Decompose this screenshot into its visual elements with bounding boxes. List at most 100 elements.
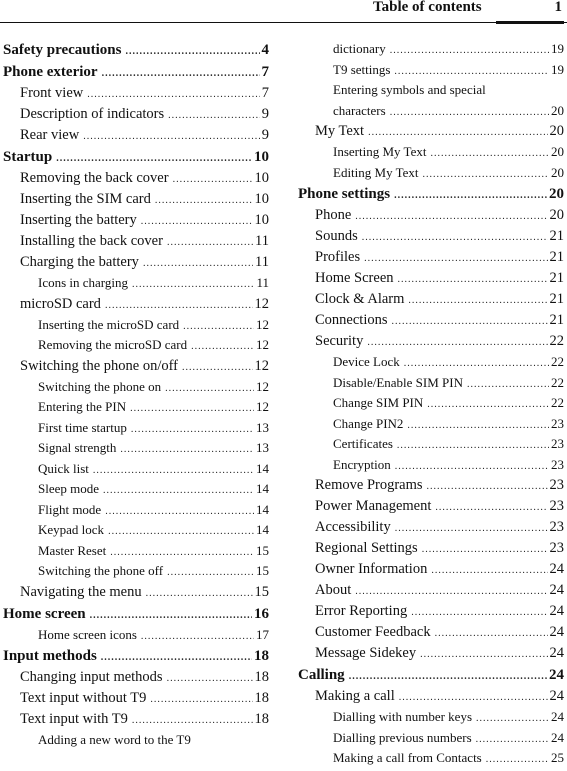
toc-entry[interactable]: Certificates 23 xyxy=(298,434,564,455)
toc-entry[interactable]: Editing My Text 20 xyxy=(298,163,564,184)
toc-entry[interactable]: Profiles 21 xyxy=(298,247,564,268)
toc-entry[interactable]: Making a call 24 xyxy=(298,686,564,707)
toc-entry[interactable]: Regional Settings 23 xyxy=(298,538,564,559)
toc-entry-page: 22 xyxy=(551,374,564,390)
toc-entry[interactable]: Switching the phone off 15 xyxy=(3,561,269,582)
dot-leader xyxy=(411,602,547,622)
toc-entry-title: Remove Programs xyxy=(315,477,423,493)
toc-entry[interactable]: Text input with T9 18 xyxy=(3,709,269,730)
toc-entry[interactable]: Removing the back cover 10 xyxy=(3,168,269,189)
toc-entry[interactable]: Master Reset 15 xyxy=(3,541,269,562)
toc-entry[interactable]: Home screen icons 17 xyxy=(3,625,269,646)
toc-entry[interactable]: Sleep mode 14 xyxy=(3,479,269,500)
toc-entry[interactable]: Dialling previous numbers 24 xyxy=(298,728,564,749)
toc-entry-title: First time startup xyxy=(38,419,127,435)
toc-entry[interactable]: Entering symbols and special xyxy=(298,80,564,101)
toc-entry[interactable]: Switching the phone on/off 12 xyxy=(3,356,269,377)
toc-entry[interactable]: Phone exterior 7 xyxy=(3,61,269,83)
toc-entry[interactable]: Input methods 18 xyxy=(3,645,269,667)
toc-entry-title: Text input with T9 xyxy=(20,711,128,727)
toc-entry[interactable]: Removing the microSD card 12 xyxy=(3,335,269,356)
toc-entry-title: Connections xyxy=(315,312,388,328)
toc-entry[interactable]: Customer Feedback 24 xyxy=(298,622,564,643)
toc-entry[interactable]: Security 22 xyxy=(298,331,564,352)
toc-entry[interactable]: Accessibility 23 xyxy=(298,517,564,538)
dot-leader xyxy=(120,440,254,459)
toc-entry[interactable]: Changing input methods 18 xyxy=(3,667,269,688)
dot-leader xyxy=(141,627,254,646)
toc-entry-title: Keypad lock xyxy=(38,522,105,537)
toc-entry[interactable]: Flight mode 14 xyxy=(3,500,269,521)
toc-entry[interactable]: Home Screen 21 xyxy=(298,268,564,289)
toc-entry[interactable]: My Text 20 xyxy=(298,121,564,142)
dot-leader xyxy=(130,399,254,418)
toc-entry[interactable]: Change PIN2 23 xyxy=(298,414,564,435)
toc-entry[interactable]: Connections 21 xyxy=(298,310,564,331)
dot-leader xyxy=(423,165,549,184)
toc-entry[interactable]: Power Management 23 xyxy=(298,496,564,517)
toc-entry[interactable]: Icons in charging 11 xyxy=(3,273,269,294)
toc-entry[interactable]: Remove Programs 23 xyxy=(298,475,564,496)
dot-leader xyxy=(150,689,252,709)
toc-entry[interactable]: characters 20 xyxy=(298,101,564,122)
dot-leader xyxy=(397,436,549,455)
toc-entry[interactable]: Description of indicators 9 xyxy=(3,104,269,125)
toc-entry[interactable]: dictionary 19 xyxy=(298,39,564,60)
toc-entry[interactable]: Navigating the menu 15 xyxy=(3,582,269,603)
toc-right-column: dictionary 19 T9 settings 19 Entering symbol… xyxy=(298,39,564,769)
toc-entry-page: 7 xyxy=(261,85,269,101)
dot-leader xyxy=(183,317,254,336)
toc-entry[interactable]: Switching the phone on 12 xyxy=(3,377,269,398)
toc-entry[interactable]: Phone 20 xyxy=(298,205,564,226)
toc-entry[interactable]: Inserting My Text 20 xyxy=(298,142,564,163)
toc-entry[interactable]: Charging the battery 11 xyxy=(3,252,269,273)
toc-entry[interactable]: Text input without T9 18 xyxy=(3,688,269,709)
toc-entry[interactable]: Message Sidekey 24 xyxy=(298,643,564,664)
toc-entry[interactable]: Dialling with number keys 24 xyxy=(298,707,564,728)
toc-entry[interactable]: Startup 10 xyxy=(3,146,269,168)
dot-leader xyxy=(102,63,260,83)
toc-entry-page: 18 xyxy=(254,669,270,685)
toc-entry-title: Removing the microSD card xyxy=(38,337,188,352)
toc-entry[interactable]: Signal strength 13 xyxy=(3,438,269,459)
toc-entry-title: Change PIN2 xyxy=(333,415,404,431)
toc-entry[interactable]: Clock & Alarm 21 xyxy=(298,289,564,310)
toc-entry[interactable]: Home screen 16 xyxy=(3,603,269,625)
dot-leader xyxy=(93,461,254,480)
toc-entry[interactable]: Disable/Enable SIM PIN 22 xyxy=(298,373,564,394)
toc-entry-title: Description of indicators xyxy=(20,106,165,122)
toc-entry[interactable]: Installing the back cover 11 xyxy=(3,231,269,252)
toc-entry-page: 19 xyxy=(551,61,564,77)
toc-entry[interactable]: Owner Information 24 xyxy=(298,559,564,580)
toc-entry[interactable]: Sounds 21 xyxy=(298,226,564,247)
toc-entry[interactable]: Inserting the SIM card 10 xyxy=(3,189,269,210)
toc-entry[interactable]: Adding a new word to the T9 xyxy=(3,730,269,751)
toc-entry[interactable]: T9 settings 19 xyxy=(298,60,564,81)
toc-entry[interactable]: Inserting the battery 10 xyxy=(3,210,269,231)
toc-entry[interactable]: Keypad lock 14 xyxy=(3,520,269,541)
toc-entry[interactable]: Front view 7 xyxy=(3,83,269,104)
dot-leader xyxy=(467,375,549,394)
toc-entry-page: 11 xyxy=(255,254,269,270)
header-title: Table of contents xyxy=(373,0,482,15)
toc-entry-title: Profiles xyxy=(315,249,361,265)
toc-entry[interactable]: Encryption 23 xyxy=(298,455,564,476)
dot-leader xyxy=(141,211,253,231)
toc-entry[interactable]: microSD card 12 xyxy=(3,294,269,315)
toc-entry[interactable]: Quick list 14 xyxy=(3,459,269,480)
toc-entry[interactable]: Safety precautions 4 xyxy=(3,39,269,61)
toc-entry[interactable]: Device Lock 22 xyxy=(298,352,564,373)
toc-entry[interactable]: Phone settings 20 xyxy=(298,183,564,205)
toc-entry[interactable]: Inserting the microSD card 12 xyxy=(3,315,269,336)
toc-entry[interactable]: Error Reporting 24 xyxy=(298,601,564,622)
toc-entry-title: Encryption xyxy=(333,456,391,472)
toc-entry[interactable]: Rear view 9 xyxy=(3,125,269,146)
toc-entry[interactable]: Entering the PIN 12 xyxy=(3,397,269,418)
toc-entry[interactable]: Calling 24 xyxy=(298,664,564,686)
toc-entry-page: 12 xyxy=(256,316,269,332)
toc-entry[interactable]: Change SIM PIN 22 xyxy=(298,393,564,414)
toc-entry[interactable]: First time startup 13 xyxy=(3,418,269,439)
toc-entry[interactable]: Making a call from Contacts 25 xyxy=(298,748,564,769)
toc-entry[interactable]: About 24 xyxy=(298,580,564,601)
toc-entry-page: 18 xyxy=(254,690,270,706)
